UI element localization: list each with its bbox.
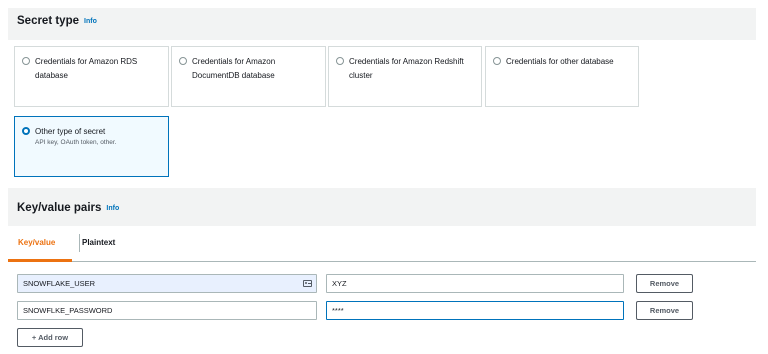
remove-button-1[interactable]: Remove — [636, 274, 693, 293]
tab-separator — [79, 234, 80, 252]
value-input-2-value: **** — [332, 306, 344, 315]
option-documentdb-label: Credentials for Amazon DocumentDB databa… — [192, 57, 276, 80]
option-documentdb[interactable]: Credentials for Amazon DocumentDB databa… — [171, 46, 326, 107]
key-input-2-value: SNOWFLKE_PASSWORD — [23, 306, 113, 315]
key-input-2[interactable]: SNOWFLKE_PASSWORD — [17, 301, 317, 320]
secret-type-info-link[interactable]: Info — [84, 18, 97, 25]
tab-plaintext[interactable]: Plaintext — [82, 238, 115, 247]
kv-pairs-title-text: Key/value pairs — [17, 202, 102, 214]
kv-pairs-title: Key/value pairs Info — [17, 202, 119, 214]
option-other-secret[interactable]: Other type of secret API key, OAuth toke… — [14, 116, 169, 177]
radio-documentdb[interactable] — [179, 57, 187, 65]
option-rds-label: Credentials for Amazon RDS database — [35, 57, 138, 80]
radio-other-secret[interactable] — [22, 127, 30, 135]
secret-type-title: Secret type Info — [17, 15, 97, 27]
key-input-1[interactable]: SNOWFLAKE_USER — [17, 274, 317, 293]
value-input-2[interactable]: **** — [326, 301, 624, 320]
key-input-1-value: SNOWFLAKE_USER — [23, 279, 96, 288]
radio-rds[interactable] — [22, 57, 30, 65]
option-other-secret-description: API key, OAuth token, other. — [35, 139, 117, 146]
radio-redshift[interactable] — [336, 57, 344, 65]
remove-button-2[interactable]: Remove — [636, 301, 693, 320]
option-other-database-label: Credentials for other database — [506, 57, 614, 66]
option-other-secret-label: Other type of secret — [35, 127, 106, 136]
secret-type-header: Secret type Info — [8, 8, 756, 40]
contact-card-icon[interactable] — [303, 280, 312, 287]
option-redshift-label: Credentials for Amazon Redshift cluster — [349, 57, 464, 80]
add-row-button[interactable]: + Add row — [17, 328, 83, 347]
secret-type-title-text: Secret type — [17, 15, 80, 27]
kv-pairs-info-link[interactable]: Info — [106, 205, 119, 212]
kv-pairs-header: Key/value pairs Info — [8, 188, 756, 226]
radio-other-database[interactable] — [493, 57, 501, 65]
tab-active-indicator — [8, 259, 72, 262]
option-redshift[interactable]: Credentials for Amazon Redshift cluster — [328, 46, 482, 107]
option-other-database[interactable]: Credentials for other database — [485, 46, 639, 107]
value-input-1[interactable]: XYZ — [326, 274, 624, 293]
tab-key-value[interactable]: Key/value — [18, 238, 55, 247]
value-input-1-value: XYZ — [332, 279, 347, 288]
option-rds[interactable]: Credentials for Amazon RDS database — [14, 46, 169, 107]
kv-tabs: Key/value Plaintext — [8, 226, 756, 262]
